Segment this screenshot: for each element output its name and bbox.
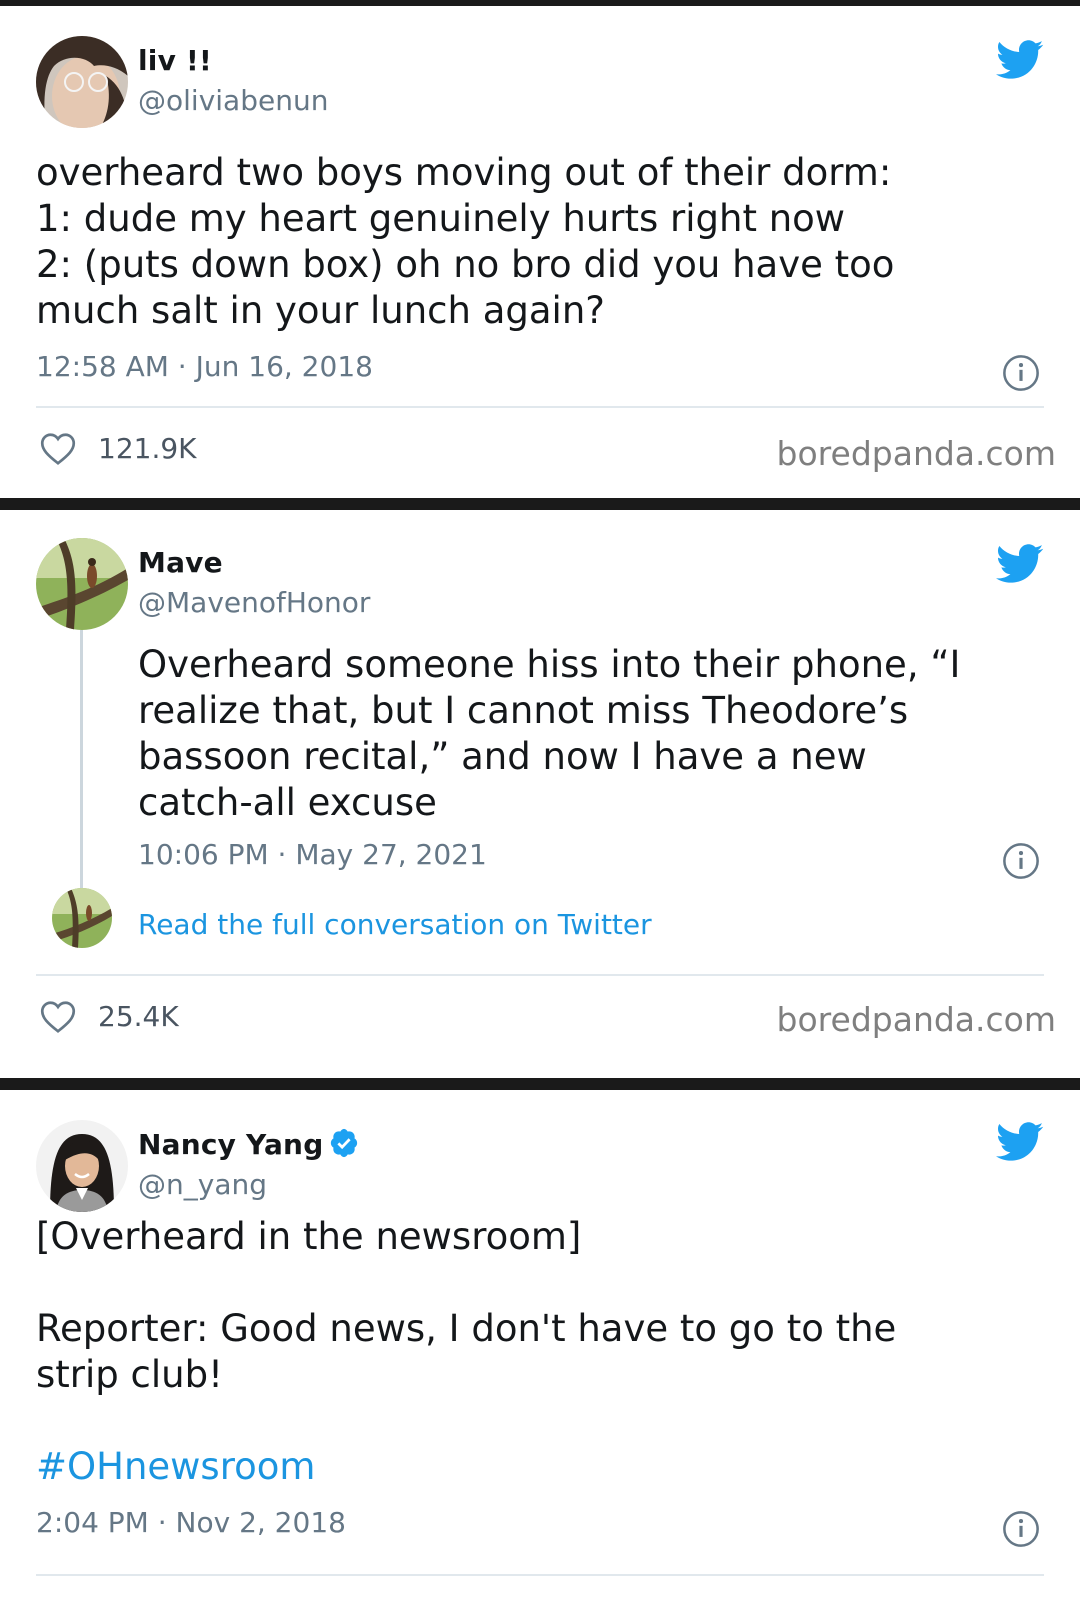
watermark: boredpanda.com bbox=[776, 434, 1056, 473]
display-name[interactable]: liv !! bbox=[138, 44, 212, 77]
tweet-timestamp[interactable]: 10:06 PM · May 27, 2021 bbox=[138, 838, 487, 871]
tweet-text-line1: [Overheard in the newsroom] bbox=[36, 1215, 582, 1258]
user-handle[interactable]: @n_yang bbox=[138, 1168, 267, 1201]
tweet-card-2[interactable]: Mave @MavenofHonor Overheard someone his… bbox=[0, 510, 1080, 1078]
card-separator bbox=[0, 498, 1080, 510]
watermark: boredpanda.com bbox=[776, 1000, 1056, 1039]
divider bbox=[36, 406, 1044, 408]
user-handle[interactable]: @MavenofHonor bbox=[138, 586, 370, 619]
tweet-text-line2: Reporter: Good news, I don't have to go … bbox=[36, 1307, 897, 1396]
twitter-bird-icon[interactable] bbox=[996, 544, 1044, 584]
tweet-card-1[interactable]: liv !! @oliviabenun overheard two boys m… bbox=[0, 6, 1080, 498]
tweet-timestamp[interactable]: 2:04 PM · Nov 2, 2018 bbox=[36, 1506, 346, 1539]
tweet-card-3[interactable]: Nancy Yang @n_yang [Overheard in the new… bbox=[0, 1090, 1080, 1600]
heart-icon[interactable] bbox=[40, 432, 76, 466]
tweet-text: overheard two boys moving out of their d… bbox=[36, 151, 895, 332]
info-icon[interactable] bbox=[1002, 354, 1040, 392]
twitter-bird-icon[interactable] bbox=[996, 40, 1044, 80]
avatar[interactable] bbox=[36, 538, 128, 630]
like-count[interactable]: 25.4K bbox=[98, 1000, 179, 1033]
verified-badge-icon bbox=[329, 1128, 359, 1158]
read-full-conversation-link[interactable]: Read the full conversation on Twitter bbox=[138, 908, 652, 941]
avatar[interactable] bbox=[36, 1120, 128, 1212]
tweet-timestamp[interactable]: 12:58 AM · Jun 16, 2018 bbox=[36, 350, 373, 383]
divider bbox=[36, 1574, 1044, 1576]
tweet-text: Overheard someone hiss into their phone,… bbox=[138, 643, 961, 824]
thread-line bbox=[80, 630, 83, 902]
hashtag-link[interactable]: #OHnewsroom bbox=[36, 1444, 315, 1490]
user-handle[interactable]: @oliviabenun bbox=[138, 84, 328, 117]
info-icon[interactable] bbox=[1002, 1510, 1040, 1548]
display-name-row[interactable]: Nancy Yang bbox=[138, 1128, 359, 1161]
display-name[interactable]: Mave bbox=[138, 546, 223, 579]
mini-avatar[interactable] bbox=[52, 888, 112, 948]
heart-icon[interactable] bbox=[40, 1000, 76, 1034]
display-name[interactable]: Nancy Yang bbox=[138, 1128, 323, 1161]
avatar[interactable] bbox=[36, 36, 128, 128]
info-icon[interactable] bbox=[1002, 842, 1040, 880]
like-count[interactable]: 121.9K bbox=[98, 432, 197, 465]
divider bbox=[36, 974, 1044, 976]
twitter-bird-icon[interactable] bbox=[996, 1122, 1044, 1162]
card-separator bbox=[0, 1078, 1080, 1090]
